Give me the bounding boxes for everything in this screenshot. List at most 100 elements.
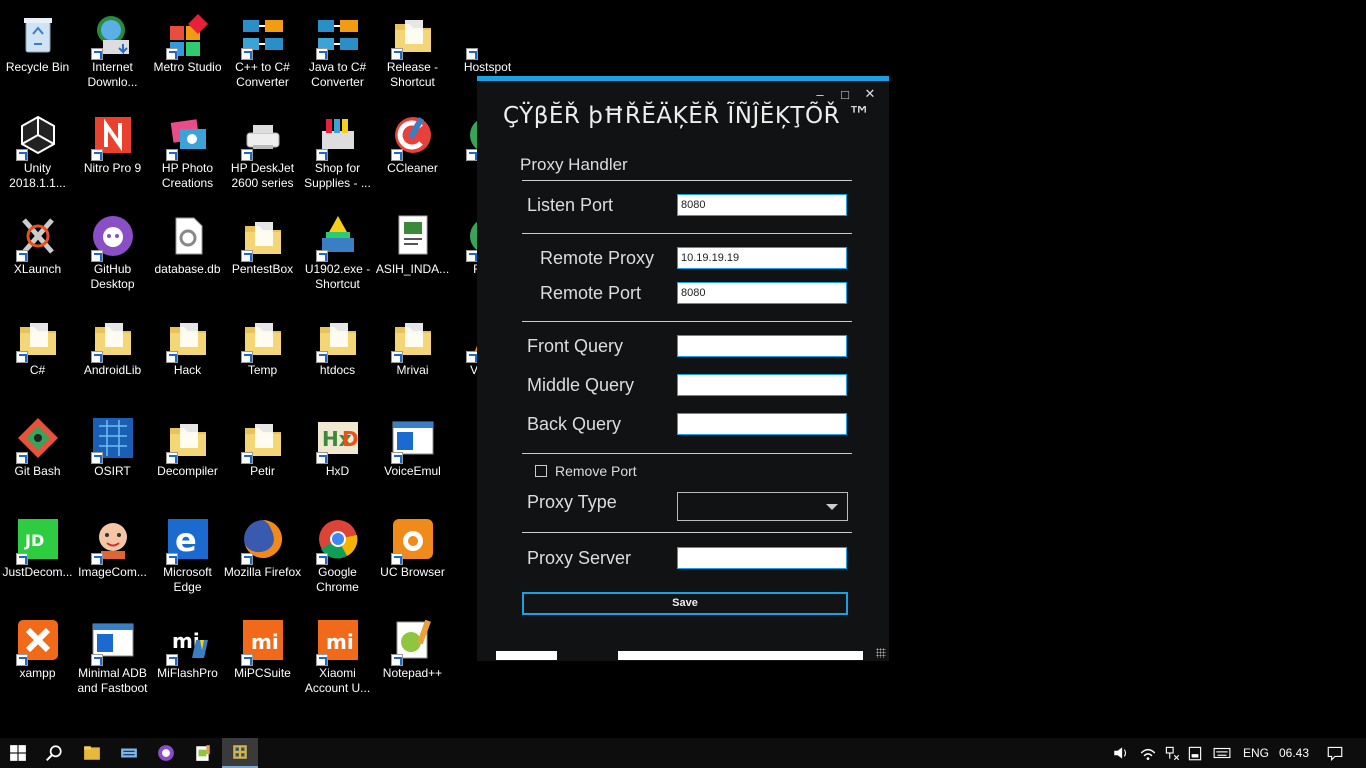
- desktop-icon[interactable]: HP Photo Creations: [150, 103, 225, 199]
- converter-icon: [314, 10, 362, 60]
- middle-query-input[interactable]: [677, 374, 847, 396]
- shortcut-arrow-icon: [165, 553, 178, 565]
- desktop-icon-label: MiFlashPro: [157, 666, 218, 680]
- desktop-icon[interactable]: C++ to C# Converter: [225, 2, 300, 98]
- folder-icon: [89, 313, 137, 363]
- svg-text:JD: JD: [24, 531, 44, 550]
- desktop-icon[interactable]: ASIH_INDA...: [375, 204, 450, 300]
- desktop-icon-label: Temp: [247, 363, 278, 377]
- desktop-icon-label: Mozilla Firefox: [223, 565, 302, 579]
- desktop-icon[interactable]: Unity 2018.1.1...: [0, 103, 75, 199]
- desktop-icon[interactable]: C#: [0, 305, 75, 401]
- desktop-icon[interactable]: XLaunch: [0, 204, 75, 300]
- maximize-button[interactable]: □: [834, 85, 856, 103]
- desktop-icon[interactable]: Release - Shortcut: [375, 2, 450, 98]
- desktop-icon[interactable]: Notepad++: [375, 608, 450, 704]
- front-query-input[interactable]: [677, 335, 847, 357]
- desktop-icon[interactable]: database.db: [150, 204, 225, 300]
- listen-port-input[interactable]: [677, 194, 847, 216]
- desktop-icon[interactable]: CCleaner: [375, 103, 450, 199]
- app-title: ÇŸβĔŘ þĦŘĔÄĶĔŘ ĨÑĴĔĶŢÕŘ ™: [503, 103, 872, 129]
- file-explorer-icon[interactable]: [74, 738, 110, 768]
- desktop-icon[interactable]: Java to C# Converter: [300, 2, 375, 98]
- proxy-server-input[interactable]: [677, 547, 847, 569]
- desktop-icon[interactable]: Mozilla Firefox: [223, 507, 302, 603]
- desktop-icon[interactable]: xampp: [0, 608, 75, 704]
- touch-keyboard-icon[interactable]: [1207, 738, 1237, 768]
- shortcut-arrow-icon: [465, 250, 478, 262]
- resize-grip[interactable]: [876, 648, 886, 658]
- desktop-icon[interactable]: UC Browser: [375, 507, 450, 603]
- desktop-icon[interactable]: Shop for Supplies - ...: [300, 103, 375, 199]
- shortcut-arrow-icon: [390, 553, 403, 565]
- desktop-icon[interactable]: mi Xiaomi Account U...: [300, 608, 375, 704]
- desktop-icon[interactable]: U1902.exe - Shortcut: [300, 204, 375, 300]
- battery-icon[interactable]: [1182, 738, 1208, 768]
- injector-taskbar-icon[interactable]: [222, 738, 258, 768]
- shortcut-arrow-icon: [315, 553, 328, 565]
- shortcut-arrow-icon: [165, 48, 178, 60]
- shortcut-arrow-icon: [165, 452, 178, 464]
- desktop-icon[interactable]: mi MiPCSuite: [225, 608, 300, 704]
- desktop-icon-label: VoiceEmul: [384, 464, 441, 478]
- xlaunch-icon: [14, 212, 62, 262]
- desktop-icon[interactable]: JD JustDecom...: [0, 507, 75, 603]
- desktop-icon[interactable]: ImageCom...: [75, 507, 150, 603]
- remote-proxy-label: Remote Proxy: [540, 248, 655, 268]
- shortcut-arrow-icon: [315, 149, 328, 161]
- shortcut-arrow-icon: [15, 250, 28, 262]
- remote-proxy-input[interactable]: [677, 247, 847, 269]
- chevron-down-icon: [826, 504, 838, 510]
- xampp-icon: [14, 616, 62, 666]
- close-button[interactable]: ✕: [859, 85, 881, 103]
- desktop-icon-label: HxD: [325, 464, 350, 478]
- notification-icon[interactable]: [1320, 738, 1350, 768]
- miflash-icon: mi: [164, 616, 212, 666]
- desktop-icon[interactable]: Temp: [225, 305, 300, 401]
- desktop-icon[interactable]: htdocs: [300, 305, 375, 401]
- minimize-button[interactable]: –: [809, 85, 831, 103]
- desktop-icon[interactable]: Hack: [150, 305, 225, 401]
- desktop-icon[interactable]: Internet Downlo...: [75, 2, 150, 98]
- desktop-icon[interactable]: OSIRT: [75, 406, 150, 502]
- remove-port-checkbox[interactable]: [535, 465, 547, 477]
- desktop-icon-label: ASIH_INDA...: [375, 262, 450, 276]
- volume-icon[interactable]: [1106, 738, 1136, 768]
- remote-port-input[interactable]: [677, 282, 847, 304]
- metro-studio-icon: [164, 10, 212, 60]
- desktop-icon-label: Xiaomi Account U...: [304, 666, 371, 695]
- desktop-icon[interactable]: VoiceEmul: [375, 406, 450, 502]
- search-icon[interactable]: [36, 738, 72, 768]
- start-icon[interactable]: [0, 738, 36, 768]
- desktop-icon[interactable]: Mrivai: [375, 305, 450, 401]
- proxy-type-dropdown[interactable]: [677, 492, 848, 521]
- desktop-icon[interactable]: Git Bash: [0, 406, 75, 502]
- keyboard-app-icon[interactable]: [111, 738, 147, 768]
- desktop-icon[interactable]: Petir: [225, 406, 300, 502]
- desktop-icon[interactable]: Minimal ADB and Fastboot: [75, 608, 150, 704]
- desktop-icon[interactable]: Decompiler: [150, 406, 225, 502]
- desktop-icon[interactable]: GitHub Desktop: [75, 204, 150, 300]
- mi-icon: mi: [314, 616, 362, 666]
- desktop-icon[interactable]: Google Chrome: [300, 507, 375, 603]
- desktop-icon[interactable]: HP DeskJet 2600 series: [225, 103, 300, 199]
- desktop-icon[interactable]: Hx D HxD: [300, 406, 375, 502]
- clock[interactable]: 06.43: [1279, 746, 1309, 760]
- divider: [522, 180, 852, 181]
- language-indicator[interactable]: ENG: [1243, 746, 1269, 760]
- status-bar-left: [496, 651, 557, 660]
- shortcut-arrow-icon: [465, 149, 478, 161]
- desktop-icon-label: xampp: [19, 666, 56, 680]
- desktop-icon[interactable]: AndroidLib: [75, 305, 150, 401]
- desktop-icon[interactable]: Nitro Pro 9: [75, 103, 150, 199]
- desktop-icon[interactable]: mi MiFlashPro: [150, 608, 225, 704]
- back-query-input[interactable]: [677, 413, 847, 435]
- wifi-icon[interactable]: [1135, 738, 1161, 768]
- desktop-icon[interactable]: Metro Studio: [150, 2, 225, 98]
- desktop-icon[interactable]: PentestBox: [225, 204, 300, 300]
- notepadpp-taskbar-icon[interactable]: [185, 738, 221, 768]
- desktop-icon[interactable]: e Microsoft Edge: [150, 507, 225, 603]
- github-taskbar-icon[interactable]: [148, 738, 184, 768]
- save-button[interactable]: Save: [522, 592, 848, 615]
- desktop-icon[interactable]: Recycle Bin: [0, 2, 75, 98]
